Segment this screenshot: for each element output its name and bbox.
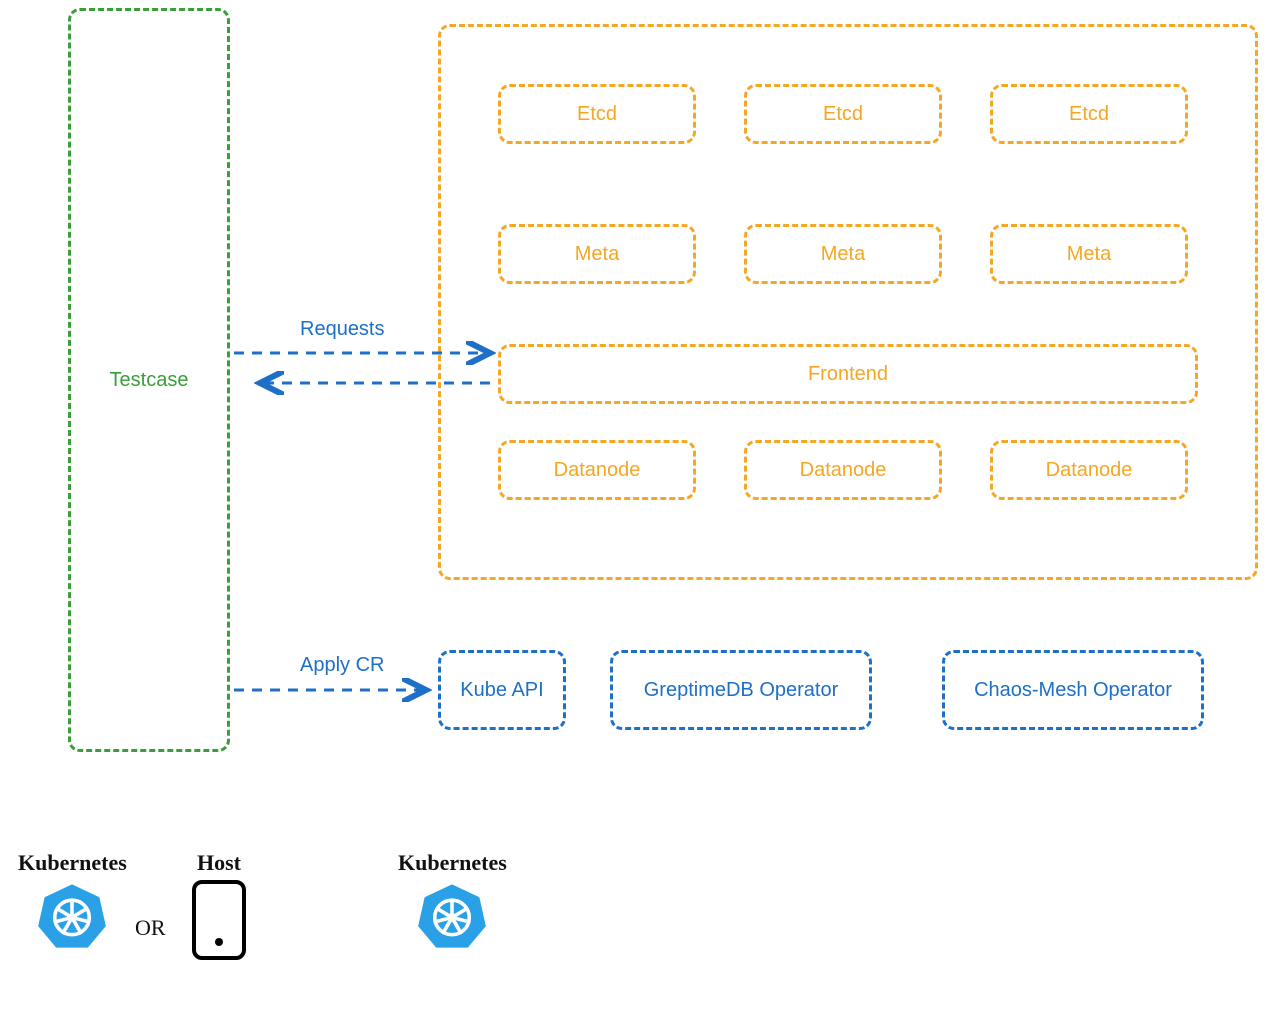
kubeapi-label: Kube API [460,679,543,702]
kubernetes-icon [416,880,488,952]
frontend-box: Frontend [498,344,1198,404]
k8s-label-2: Kubernetes [398,850,507,876]
kubernetes-icon [36,880,108,952]
etcd-box-1: Etcd [498,84,696,144]
footer-k8s-2: Kubernetes [398,850,507,952]
etcd-label-2: Etcd [823,103,863,126]
datanode-box-2: Datanode [744,440,942,500]
k8s-label-1: Kubernetes [18,850,127,876]
meta-box-1: Meta [498,224,696,284]
requests-label: Requests [300,318,385,341]
testcase-box: Testcase [68,8,230,752]
greptimedb-box: GreptimeDB Operator [610,650,872,730]
chaosmesh-label: Chaos-Mesh Operator [974,679,1172,702]
applycr-label: Apply CR [300,654,384,677]
datanode-box-3: Datanode [990,440,1188,500]
datanode-label-1: Datanode [554,459,641,482]
meta-box-3: Meta [990,224,1188,284]
datanode-label-2: Datanode [800,459,887,482]
kubeapi-box: Kube API [438,650,566,730]
footer-k8s-1: Kubernetes [18,850,127,952]
frontend-label: Frontend [808,363,888,386]
datanode-label-3: Datanode [1046,459,1133,482]
host-label: Host [197,850,241,876]
etcd-label-1: Etcd [577,103,617,126]
etcd-label-3: Etcd [1069,103,1109,126]
datanode-box-1: Datanode [498,440,696,500]
chaosmesh-box: Chaos-Mesh Operator [942,650,1204,730]
meta-label-3: Meta [1067,243,1111,266]
etcd-box-3: Etcd [990,84,1188,144]
host-dot-icon [215,938,223,946]
meta-label-1: Meta [575,243,619,266]
meta-label-2: Meta [821,243,865,266]
footer-host: Host [192,850,246,960]
etcd-box-2: Etcd [744,84,942,144]
testcase-label: Testcase [110,369,189,392]
meta-box-2: Meta [744,224,942,284]
host-icon [192,880,246,960]
or-label: OR [135,915,166,941]
greptimedb-label: GreptimeDB Operator [644,679,839,702]
